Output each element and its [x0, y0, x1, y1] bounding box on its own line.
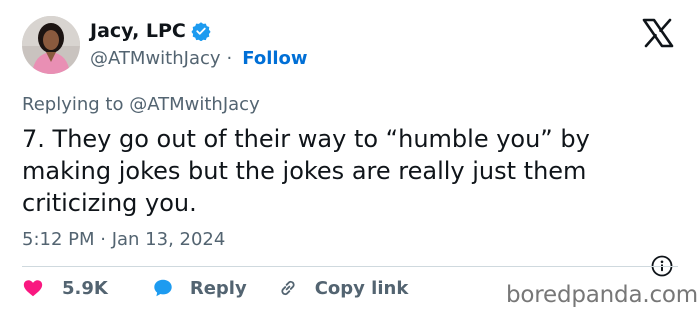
reply-button[interactable]: Reply	[152, 277, 247, 299]
tweet-text: 7. They go out of their way to “humble y…	[22, 125, 590, 217]
copy-link-label: Copy link	[314, 277, 409, 299]
follow-button[interactable]: Follow	[242, 48, 307, 69]
timestamp[interactable]: 5:12 PM · Jan 13, 2024	[22, 229, 225, 250]
watermark: boredpanda.com	[506, 282, 698, 308]
like-count: 5.9K	[62, 277, 108, 299]
heart-icon	[23, 280, 43, 297]
x-logo-icon[interactable]	[642, 18, 674, 48]
divider	[22, 266, 678, 267]
verified-badge-icon	[191, 21, 211, 42]
display-name[interactable]: Jacy, LPC	[90, 20, 186, 42]
handle-row: @ATMwithJacy · Follow	[90, 48, 308, 69]
link-icon	[281, 280, 295, 296]
author-name-row: Jacy, LPC	[90, 20, 211, 42]
avatar[interactable]	[22, 16, 80, 74]
reply-bubble-icon	[154, 279, 172, 297]
replying-to: Replying to @ATMwithJacy	[22, 94, 260, 115]
handle-separator: ·	[226, 48, 233, 69]
reply-label: Reply	[189, 277, 247, 299]
copy-link-button[interactable]: Copy link	[277, 277, 409, 299]
author-handle[interactable]: @ATMwithJacy	[90, 48, 221, 69]
like-button[interactable]: 5.9K	[22, 277, 108, 299]
action-bar: 5.9K Reply Copy link	[22, 277, 408, 299]
